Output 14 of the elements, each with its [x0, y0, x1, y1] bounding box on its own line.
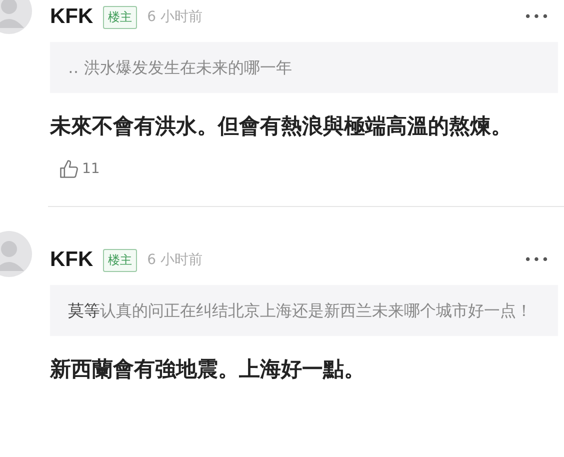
- comment-text: 新西蘭會有強地震。上海好一點。: [50, 356, 366, 383]
- author-name[interactable]: KFK: [50, 248, 94, 272]
- op-badge: 楼主: [103, 248, 138, 272]
- timestamp: 6 小时前: [147, 8, 203, 26]
- like-count: 11: [82, 161, 100, 177]
- more-button[interactable]: •••: [524, 10, 550, 24]
- quoted-reply: ‥ 洪水爆发发生在未来的哪一年: [50, 42, 558, 93]
- author-name[interactable]: KFK: [50, 5, 94, 29]
- more-button[interactable]: •••: [524, 252, 550, 268]
- quoted-reply: 莫等认真的问正在纠结北京上海还是新西兰未来哪个城市好一点！: [50, 285, 558, 336]
- timestamp: 6 小时前: [147, 251, 203, 269]
- op-badge: 楼主: [103, 6, 138, 28]
- thumbs-up-icon[interactable]: [58, 158, 80, 180]
- comment-text: 未來不會有洪水。但會有熱浪與極端高溫的熬煉。: [50, 113, 513, 140]
